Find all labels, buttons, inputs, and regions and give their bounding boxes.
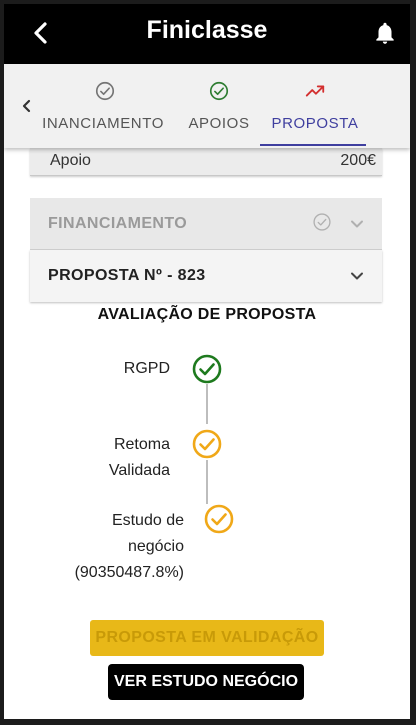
- step-label-line: Retoma: [113, 436, 170, 453]
- tab-proposta[interactable]: PROPOSTA: [262, 64, 368, 146]
- step-label-line: Validada: [108, 462, 170, 479]
- evaluation-title: AVALIAÇÃO DE PROPOSTA: [97, 306, 317, 323]
- accordion-proposta[interactable]: PROPOSTA Nº - 823: [30, 250, 382, 302]
- step-label-retoma: Retoma Validada: [109, 432, 170, 484]
- chevron-left-icon: [22, 99, 31, 113]
- step-label-line: RGPD: [123, 360, 170, 377]
- apoio-value: 200€: [340, 152, 376, 169]
- app-title: Finiclasse: [146, 16, 268, 44]
- timeline-connector: [206, 384, 208, 424]
- check-circle-icon: [209, 81, 229, 101]
- step-label-rgpd: RGPD: [124, 356, 170, 382]
- apoio-summary-row: Apoio 200€: [30, 148, 382, 176]
- apoio-label: Apoio: [50, 152, 91, 169]
- notifications-button[interactable]: [372, 20, 398, 46]
- view-business-study-button[interactable]: VER ESTUDO NEGÓCIO: [108, 664, 304, 700]
- app-screen: Finiclasse INANCIAMENTO APOIOS PROPOSTA …: [4, 4, 410, 719]
- accordion-title: PROPOSTA Nº - 823: [48, 267, 206, 284]
- tab-financiamento[interactable]: INANCIAMENTO: [42, 64, 172, 146]
- tabs-scroll-left-button[interactable]: [16, 94, 36, 118]
- proposal-in-validation-button[interactable]: PROPOSTA EM VALIDAÇÃO: [90, 620, 324, 656]
- check-circle-icon: [192, 354, 222, 384]
- step-label-estudo: Estudo de negócio (90350487.8%): [75, 508, 184, 586]
- step-label-line: (90350487.8%): [74, 564, 184, 581]
- check-circle-icon: [204, 504, 234, 534]
- step-label-line: negócio: [127, 538, 184, 555]
- bell-icon: [376, 22, 394, 44]
- accordion-title: FINANCIAMENTO: [48, 215, 188, 232]
- timeline-connector: [206, 460, 208, 504]
- tab-label: INANCIAMENTO: [42, 115, 164, 132]
- accordion-financiamento[interactable]: FINANCIAMENTO: [30, 198, 382, 250]
- tab-bar: INANCIAMENTO APOIOS PROPOSTA: [4, 64, 410, 148]
- step-label-line: Estudo de: [111, 512, 184, 529]
- check-circle-icon: [95, 81, 115, 101]
- chevron-down-icon: [351, 220, 363, 228]
- active-tab-indicator: [260, 144, 366, 146]
- check-circle-icon: [192, 429, 222, 459]
- main-content: Apoio 200€ FINANCIAMENTO PROPOSTA Nº - 8…: [4, 148, 410, 719]
- tab-label: PROPOSTA: [271, 115, 359, 132]
- check-circle-icon: [313, 213, 331, 231]
- tab-apoios[interactable]: APOIOS: [184, 64, 254, 146]
- app-header: Finiclasse: [4, 4, 410, 64]
- tab-label: APOIOS: [188, 115, 250, 132]
- chevron-down-icon: [351, 272, 363, 280]
- device-frame: Finiclasse INANCIAMENTO APOIOS PROPOSTA …: [0, 0, 416, 725]
- trending-up-icon: [305, 85, 325, 97]
